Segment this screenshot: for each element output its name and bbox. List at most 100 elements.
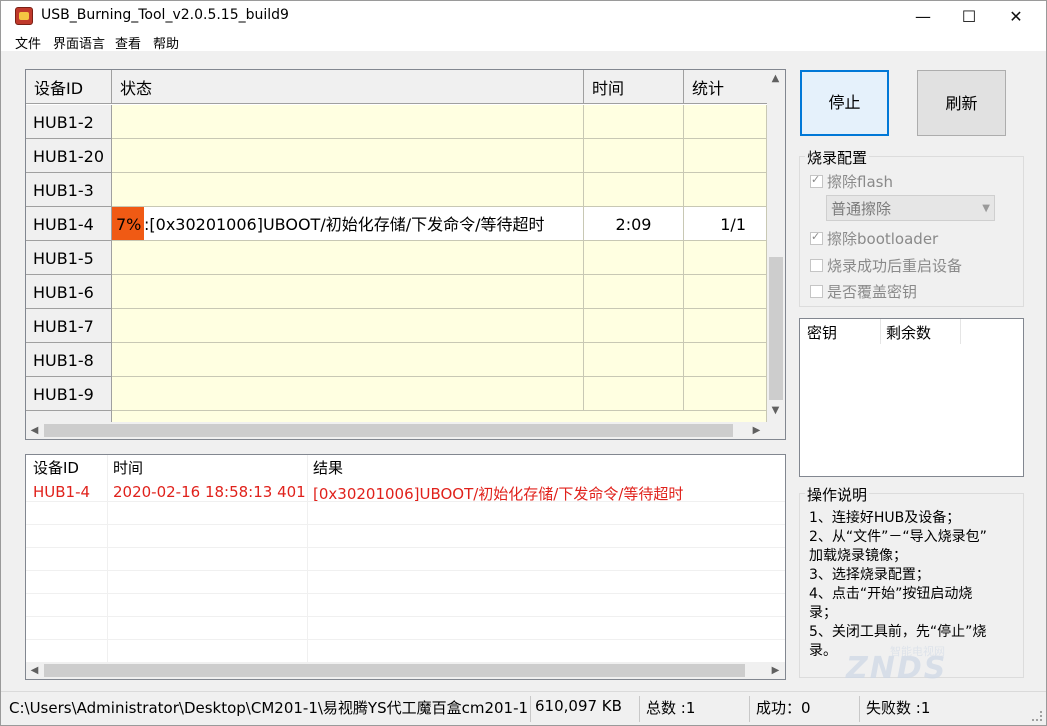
- menu-help[interactable]: 帮助: [153, 33, 179, 52]
- scroll-left-icon[interactable]: ◀: [26, 662, 43, 679]
- checkbox-icon: [810, 285, 823, 298]
- stats-cell: [684, 139, 767, 173]
- time-cell: [584, 377, 684, 411]
- device-table-header: 设备ID 状态 时间 统计: [26, 70, 767, 104]
- refresh-button[interactable]: 刷新: [917, 70, 1006, 136]
- log-column-result[interactable]: 结果: [313, 457, 343, 478]
- instruction-line: 加载烧录镜像；: [809, 548, 907, 564]
- column-time[interactable]: 时间: [584, 70, 684, 104]
- device-id-cell: HUB1-8: [26, 343, 112, 377]
- table-row[interactable]: HUB1-6: [26, 275, 767, 309]
- stats-cell: [684, 343, 767, 377]
- reboot-after-checkbox[interactable]: 烧录成功后重启设备: [810, 255, 962, 276]
- scroll-left-icon[interactable]: ◀: [26, 422, 43, 439]
- column-device-id[interactable]: 设备ID: [26, 70, 112, 104]
- device-id-cell: HUB1-6: [26, 275, 112, 309]
- column-divider: [107, 455, 108, 663]
- scroll-up-icon[interactable]: ▲: [767, 70, 784, 87]
- resize-grip-icon[interactable]: [1032, 711, 1042, 721]
- status-cell: [112, 105, 584, 139]
- status-cell: [112, 241, 584, 275]
- status-cell: [112, 309, 584, 343]
- instructions-title: 操作说明: [805, 484, 870, 505]
- title-bar: USB_Burning_Tool_v2.0.5.15_build9 — ☐ ✕: [1, 1, 1046, 32]
- row-divider: [26, 570, 785, 571]
- instruction-line: 录；: [809, 605, 837, 621]
- stats-cell: [684, 309, 767, 343]
- close-button[interactable]: ✕: [993, 1, 1039, 32]
- instruction-line: 4、点击“开始”按钮启动烧: [809, 586, 973, 602]
- menu-bar: 文件 界面语言 查看 帮助: [1, 32, 1046, 52]
- instruction-line: 5、关闭工具前，先“停止”烧: [809, 624, 987, 640]
- row-divider: [26, 547, 785, 548]
- status-divider: [639, 696, 640, 722]
- instruction-line: 1、连接好HUB及设备；: [809, 510, 961, 526]
- erase-mode-select[interactable]: 普通擦除 ▼: [826, 195, 995, 221]
- table-row[interactable]: HUB1-3: [26, 173, 767, 207]
- scroll-right-icon[interactable]: ▶: [748, 422, 765, 439]
- time-cell: [584, 275, 684, 309]
- table-row[interactable]: HUB1-5: [26, 241, 767, 275]
- scroll-right-icon[interactable]: ▶: [767, 662, 784, 679]
- time-cell: [584, 309, 684, 343]
- menu-language[interactable]: 界面语言: [53, 33, 105, 52]
- log-table-hscroll[interactable]: ◀ ▶: [26, 662, 785, 679]
- log-column-device-id[interactable]: 设备ID: [33, 457, 79, 478]
- scroll-down-icon[interactable]: ▼: [767, 402, 784, 419]
- device-id-cell: HUB1-20: [26, 139, 112, 173]
- maximize-button[interactable]: ☐: [946, 1, 992, 32]
- app-icon: [15, 7, 33, 25]
- status-bar: C:\Users\Administrator\Desktop\CM201-1\易…: [1, 691, 1046, 725]
- stop-button[interactable]: 停止: [800, 70, 889, 136]
- package-size: 610,097 KB: [535, 697, 622, 715]
- row-divider: [26, 593, 785, 594]
- column-status[interactable]: 状态: [112, 70, 584, 104]
- minimize-button[interactable]: —: [900, 1, 946, 32]
- column-divider: [960, 319, 961, 344]
- status-divider: [530, 696, 531, 722]
- stats-cell: [684, 105, 767, 139]
- stats-cell: [684, 173, 767, 207]
- status-divider: [749, 696, 750, 722]
- log-column-time[interactable]: 时间: [113, 457, 143, 478]
- table-row-active[interactable]: HUB1-4 7% :[0x30201006]UBOOT/初始化存储/下发命令/…: [26, 207, 767, 241]
- column-divider: [880, 319, 881, 344]
- log-table[interactable]: 设备ID 时间 结果 HUB1-4 2020-02-16 18:58:13 40…: [25, 454, 786, 680]
- menu-view[interactable]: 查看: [115, 33, 141, 52]
- time-cell: 2:09: [584, 207, 684, 241]
- table-row[interactable]: HUB1-2: [26, 105, 767, 139]
- column-divider: [307, 455, 308, 663]
- device-table-vscroll[interactable]: ▲ ▼: [767, 70, 785, 423]
- key-column[interactable]: 密钥: [807, 322, 837, 343]
- time-cell: [584, 343, 684, 377]
- status-cell: [112, 275, 584, 309]
- instructions-text: 1、连接好HUB及设备； 2、从“文件”－“导入烧录包” 加载烧录镜像； 3、选…: [809, 509, 1021, 661]
- column-stats[interactable]: 统计: [684, 70, 767, 104]
- vscroll-thumb[interactable]: [769, 257, 783, 400]
- status-divider: [859, 696, 860, 722]
- device-table-hscroll[interactable]: ◀ ▶: [26, 422, 785, 439]
- table-row[interactable]: HUB1-9: [26, 377, 767, 411]
- menu-file[interactable]: 文件: [15, 33, 41, 52]
- erase-flash-checkbox[interactable]: 擦除flash: [810, 171, 893, 192]
- instruction-line: 3、选择烧录配置；: [809, 567, 930, 583]
- time-cell: [584, 241, 684, 275]
- watermark-logo: ZNDS: [846, 651, 948, 686]
- overwrite-key-checkbox[interactable]: 是否覆盖密钥: [810, 281, 917, 302]
- row-divider: [26, 639, 785, 640]
- device-table[interactable]: 设备ID 状态 时间 统计 HUB1-2 HUB1-20 HUB1-3 HUB1…: [25, 69, 786, 440]
- success-count: 成功：0: [756, 699, 811, 717]
- hscroll-thumb[interactable]: [44, 664, 745, 677]
- table-row[interactable]: HUB1-7: [26, 309, 767, 343]
- table-row[interactable]: HUB1-8: [26, 343, 767, 377]
- erase-bootloader-checkbox[interactable]: 擦除bootloader: [810, 228, 938, 249]
- device-id-cell: HUB1-4: [26, 207, 112, 241]
- device-id-cell: HUB1-7: [26, 309, 112, 343]
- device-id-cell: HUB1-9: [26, 377, 112, 411]
- hscroll-thumb[interactable]: [44, 424, 733, 437]
- table-row[interactable]: HUB1-20: [26, 139, 767, 173]
- device-id-cell: HUB1-3: [26, 173, 112, 207]
- remaining-column[interactable]: 剩余数: [886, 322, 931, 343]
- key-list[interactable]: 密钥 剩余数: [799, 318, 1024, 477]
- burn-config-title: 烧录配置: [805, 147, 870, 168]
